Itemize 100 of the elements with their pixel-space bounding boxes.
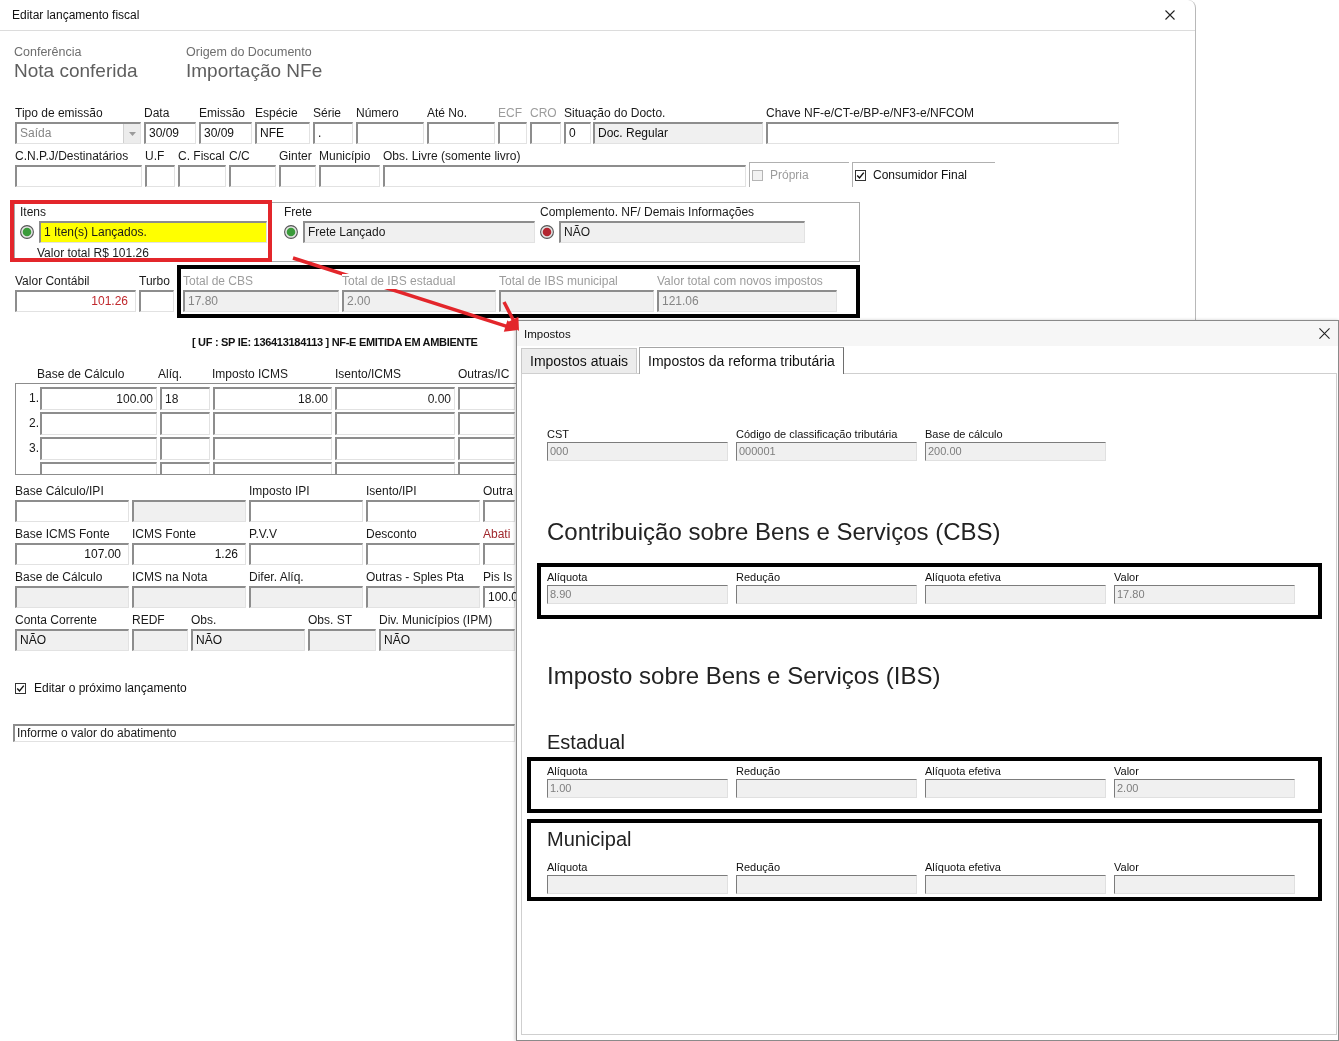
input-field[interactable] xyxy=(335,462,455,474)
tab[interactable]: Impostos atuais xyxy=(521,348,638,373)
input-field[interactable] xyxy=(383,165,746,187)
field-label: P.V.V xyxy=(249,527,278,542)
field-label: Base ICMS Fonte xyxy=(15,527,110,542)
column-header: Base de Cálculo xyxy=(37,367,125,382)
field-label: Abati xyxy=(483,527,511,542)
total-text: Valor total R$ 101.26 xyxy=(37,246,149,260)
input-field[interactable]: 100.00 xyxy=(40,387,157,410)
field-label: Alíquota xyxy=(547,765,588,778)
field-label: CST xyxy=(547,428,569,441)
input-field[interactable] xyxy=(229,165,276,187)
input-field[interactable]: 0 xyxy=(564,122,591,144)
field-label: Obs. ST xyxy=(308,613,352,628)
input-field[interactable] xyxy=(132,500,246,522)
checkbox[interactable]: Consumidor Final xyxy=(852,162,995,187)
input-field[interactable] xyxy=(249,500,363,522)
field-label: Turbo xyxy=(139,274,170,289)
field-label: REDF xyxy=(132,613,165,628)
input-field[interactable]: . xyxy=(313,122,353,144)
input-field[interactable]: 30/09 xyxy=(144,122,196,144)
input-field[interactable]: 1.26 xyxy=(132,543,246,565)
field-label: Total de IBS estadual xyxy=(342,274,456,289)
input-field[interactable]: Doc. Regular xyxy=(593,122,763,144)
input-field[interactable]: Frete Lançado xyxy=(303,221,535,243)
input-field[interactable]: NÃO xyxy=(559,221,805,243)
input-field[interactable] xyxy=(483,543,515,565)
field-label: Conta Corrente xyxy=(15,613,98,628)
input-field[interactable] xyxy=(335,412,455,435)
field-label: Situação do Docto. xyxy=(564,106,666,121)
field-label: Imposto IPI xyxy=(249,484,310,499)
input-field[interactable] xyxy=(145,165,175,187)
input-field[interactable]: 101.26 xyxy=(15,290,136,312)
row-number: 1. xyxy=(29,390,39,407)
input-field[interactable] xyxy=(160,412,210,435)
field-label: Valor xyxy=(1114,861,1139,874)
checkbox[interactable]: Editar o próximo lançamento xyxy=(15,681,187,695)
input-field[interactable] xyxy=(132,629,188,651)
field-label: Número xyxy=(356,106,399,121)
input-field[interactable] xyxy=(458,387,515,410)
input-field[interactable] xyxy=(308,629,376,651)
field-value: Importação NFe xyxy=(186,59,323,82)
input-field[interactable] xyxy=(427,122,495,144)
input-field[interactable] xyxy=(249,586,363,608)
field-label: CRO xyxy=(530,106,557,121)
input-field[interactable] xyxy=(766,122,1119,144)
input-field[interactable]: NÃO xyxy=(379,629,515,651)
field-label: ICMS Fonte xyxy=(132,527,197,542)
input-field[interactable] xyxy=(279,165,316,187)
field-label: Chave NF-e/CT-e/BP-e/NF3-e/NFCOM xyxy=(766,106,975,121)
field-label: C.N.P.J/Destinatários xyxy=(15,149,129,164)
field-label: Alíquota xyxy=(547,861,588,874)
input-field[interactable]: 0.00 xyxy=(335,387,455,410)
input-field[interactable] xyxy=(160,437,210,460)
input-field[interactable] xyxy=(15,165,142,187)
input-field[interactable] xyxy=(40,437,157,460)
input-field[interactable] xyxy=(160,462,210,474)
input-field[interactable] xyxy=(249,543,363,565)
input-field[interactable] xyxy=(213,437,332,460)
input-field[interactable] xyxy=(139,290,174,312)
input-field[interactable]: 1 Iten(s) Lançados. xyxy=(39,221,267,243)
input-field[interactable] xyxy=(178,165,226,187)
field-label: Isento/IPI xyxy=(366,484,417,499)
input-field[interactable] xyxy=(458,437,515,460)
input-field[interactable] xyxy=(213,462,332,474)
field-label: Base de Cálculo xyxy=(15,570,103,585)
input-field[interactable]: 107.00 xyxy=(15,543,129,565)
input-field[interactable] xyxy=(40,412,157,435)
input-field[interactable] xyxy=(319,165,380,187)
input-field[interactable] xyxy=(366,500,480,522)
input-field[interactable]: 18 xyxy=(160,387,210,410)
field-label: Ginter xyxy=(279,149,312,164)
input-field[interactable] xyxy=(213,412,332,435)
column-header: Imposto ICMS xyxy=(212,367,289,382)
field-label: C. Fiscal xyxy=(178,149,225,164)
input-field[interactable]: NÃO xyxy=(15,629,129,651)
input-field[interactable] xyxy=(15,500,129,522)
input-field[interactable] xyxy=(132,586,246,608)
row-number: 2. xyxy=(29,415,39,432)
input-field[interactable] xyxy=(356,122,424,144)
field-label: Alíquota xyxy=(547,571,588,584)
input-field[interactable] xyxy=(366,543,480,565)
tab[interactable]: Impostos da reforma tributária xyxy=(639,347,844,374)
input-field[interactable]: 18.00 xyxy=(213,387,332,410)
field-label: Alíquota efetiva xyxy=(925,861,1001,874)
input-field[interactable]: NFE xyxy=(255,122,310,144)
input-field[interactable] xyxy=(366,586,480,608)
input-field[interactable] xyxy=(458,462,515,474)
input-field[interactable] xyxy=(335,437,455,460)
input-field[interactable] xyxy=(15,586,129,608)
field-label: Difer. Alíq. xyxy=(249,570,304,585)
input-field[interactable] xyxy=(483,500,515,522)
input-field[interactable]: 30/09 xyxy=(199,122,252,144)
caret-icon xyxy=(123,124,140,143)
window-title: Impostos xyxy=(524,327,571,340)
input-field[interactable] xyxy=(40,462,157,474)
input-field[interactable]: NÃO xyxy=(191,629,305,651)
column-header: Isento/ICMS xyxy=(335,367,402,382)
field-label: Complemento. NF/ Demais Informações xyxy=(540,205,755,220)
input-field[interactable] xyxy=(458,412,515,435)
